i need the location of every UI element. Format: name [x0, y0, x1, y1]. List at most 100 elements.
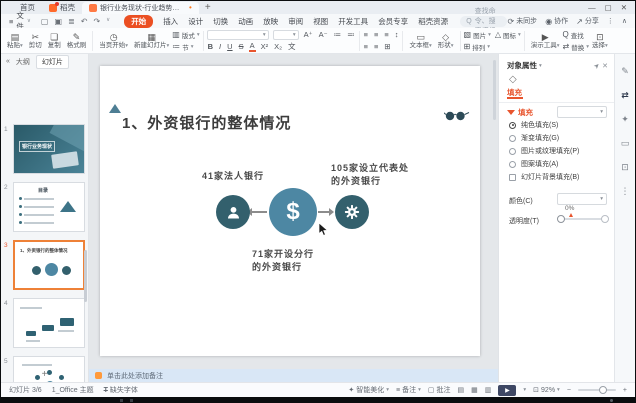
more-sidebar-icon[interactable]: ⋮ [621, 186, 630, 197]
sorter-view-icon[interactable]: ▦ [471, 386, 478, 394]
line-spacing-icon[interactable]: ↕ [394, 30, 400, 39]
thumbnail-slide-4[interactable] [13, 298, 85, 348]
tab-slideshow[interactable]: 放映 [263, 16, 278, 27]
canvas-scrollbar[interactable] [493, 60, 496, 120]
justify-icon[interactable]: ≡ [363, 42, 369, 51]
copy-button[interactable]: ❏ 复制 [45, 29, 64, 53]
layout-sidebar-icon[interactable]: ▭ [621, 138, 630, 149]
tab-home[interactable]: 开始 [124, 15, 153, 28]
align-left-icon[interactable]: ≡ [363, 30, 369, 39]
comments-button[interactable]: ▢批注 [428, 385, 451, 395]
tab-templates[interactable]: 稻壳资源 [418, 16, 448, 27]
font-family-combo[interactable]: ▾ [207, 30, 269, 40]
reading-view-icon[interactable]: ▥ [485, 386, 492, 394]
tab-outline[interactable]: 大纲 [16, 57, 30, 67]
shapes-button[interactable]: ◇ 形状▾ [435, 29, 457, 53]
new-slide-button[interactable]: ▦ 新建幻灯片▾ [131, 29, 172, 53]
cut-button[interactable]: ✂ 剪切 [26, 29, 45, 53]
underline-button[interactable]: U [226, 42, 233, 51]
add-slide-button[interactable]: + [1, 369, 88, 380]
chevron-down-icon[interactable]: ▾ [539, 63, 542, 69]
align-center-icon[interactable]: ≡ [373, 30, 379, 39]
fill-preset-combo[interactable]: ▾ [557, 106, 607, 118]
thumbnail-slide-2[interactable]: 目录 [13, 182, 85, 232]
layout-button[interactable]: ▥版式▾ [172, 30, 199, 40]
share-button[interactable]: ↗分享 [576, 16, 599, 26]
close-button[interactable]: ✕ [621, 3, 627, 12]
selection-sidebar-icon[interactable]: ⊡ [621, 162, 629, 173]
color-picker-combo[interactable]: ▾ [557, 193, 607, 205]
label-41-corporate-banks[interactable]: 41家法人银行 [183, 170, 283, 183]
bold-button[interactable]: B [207, 42, 214, 51]
zoom-slider-handle[interactable] [599, 386, 607, 394]
thumbnail-slide-3-selected[interactable]: 1、外资银行的整体情况 [13, 240, 85, 290]
zoom-level[interactable]: ⊡92%▾ [533, 386, 560, 394]
print-icon[interactable]: ≣ [68, 17, 75, 26]
collaborate-button[interactable]: ◉协作 [545, 16, 568, 26]
tab-insert[interactable]: 插入 [163, 16, 178, 27]
decrease-font-button[interactable]: A⁻ [318, 30, 329, 39]
slideshow-play-button[interactable]: ▶ [498, 385, 516, 396]
new-tab-button[interactable]: + [205, 2, 211, 13]
format-painter-button[interactable]: ✎ 格式刷 [64, 29, 90, 53]
effects-sidebar-icon[interactable]: ✦ [621, 114, 629, 125]
tab-review[interactable]: 审阅 [288, 16, 303, 27]
find-button[interactable]: Q查找 [563, 30, 584, 40]
increase-font-button[interactable]: A⁺ [303, 30, 314, 39]
slide-canvas[interactable]: 1、外资银行的整体情况 41家法人银行 105家设立代表处 的外资银行 71家开… [100, 66, 480, 356]
document-tab[interactable]: 银行业务现状-行业趋势与准入资料 • [82, 2, 199, 14]
fill-option-background[interactable]: 幻灯片背景填充(B) [509, 172, 579, 182]
bullet-list-icon[interactable]: ≔ [333, 30, 343, 39]
person-node[interactable] [216, 195, 250, 229]
collapse-ribbon-icon[interactable]: ∧ [622, 17, 627, 25]
fill-option-pattern[interactable]: 图案填充(A) [509, 159, 558, 169]
label-105-rep-offices[interactable]: 105家设立代表处 的外资银行 [331, 162, 409, 188]
replace-button[interactable]: ⇄替换▾ [563, 42, 589, 52]
close-panel-icon[interactable]: ✕ [602, 62, 608, 70]
thumbnail-scrollbar[interactable] [84, 250, 87, 302]
dollar-node[interactable]: $ [269, 188, 317, 236]
more-icon[interactable]: ⋮ [607, 17, 614, 25]
fill-option-picture[interactable]: 图片或纹理填充(P) [509, 146, 579, 156]
tab-devtools[interactable]: 开发工具 [338, 16, 368, 27]
arrange-button[interactable]: ⊞排列▾ [464, 42, 490, 52]
undo-icon[interactable]: ↶ [81, 17, 88, 26]
zoom-out-button[interactable]: − [567, 387, 571, 394]
columns-icon[interactable]: ⊞ [383, 42, 391, 51]
present-tools-button[interactable]: ▶ 演示工具▾ [528, 29, 563, 53]
style-sidebar-icon[interactable]: ✎ [621, 66, 629, 77]
picture-button[interactable]: ▧图片▾ [464, 30, 491, 40]
sync-status[interactable]: ⟳未同步 [507, 16, 537, 26]
thumbnail-slide-1[interactable]: 银行业务现状 [13, 124, 85, 174]
superscript-button[interactable]: X² [260, 42, 270, 51]
font-color-button[interactable]: A [249, 41, 256, 52]
fill-option-gradient[interactable]: 渐变填充(G) [509, 133, 559, 143]
slide-title[interactable]: 1、外资银行的整体情况 [122, 112, 291, 133]
tab-design[interactable]: 设计 [188, 16, 203, 27]
zoom-slider[interactable] [578, 389, 616, 391]
tab-animation[interactable]: 动画 [238, 16, 253, 27]
play-from-current-button[interactable]: ◷ 当页开始▾ [96, 29, 131, 53]
tab-slides[interactable]: 幻灯片 [36, 55, 69, 69]
tab-view[interactable]: 视图 [313, 16, 328, 27]
notes-bar[interactable]: 单击此处添加备注 [89, 369, 498, 382]
icon-library-button[interactable]: △图标▾ [495, 30, 521, 40]
fill-option-solid[interactable]: 纯色填充(S) [509, 120, 558, 130]
new-doc-icon[interactable]: ▢ [41, 17, 49, 26]
textbox-button[interactable]: ▭ 文本框▾ [406, 29, 434, 53]
slider-handle[interactable] [557, 215, 565, 223]
theme-name[interactable]: 1_Office 主题 [52, 385, 94, 395]
chevron-down-icon[interactable]: ▾ [523, 387, 526, 393]
maximize-button[interactable]: ▢ [605, 3, 612, 12]
align-right-icon[interactable]: ≡ [383, 30, 389, 39]
notes-button[interactable]: ≡备注▾ [396, 385, 421, 395]
missing-font-warning[interactable]: T缺失字体 [104, 385, 138, 395]
font-size-combo[interactable]: ▾ [273, 30, 299, 40]
paste-button[interactable]: ▤ 粘贴▾ [4, 29, 26, 53]
save-icon[interactable]: ▣ [54, 17, 62, 26]
phonetic-guide-button[interactable]: 文 [287, 41, 297, 52]
smart-beautify-button[interactable]: ✦智能美化▾ [348, 385, 389, 395]
label-71-branches[interactable]: 71家开设分行 的外资银行 [252, 248, 314, 274]
fill-section-header[interactable]: 填充 [507, 107, 533, 118]
gear-node[interactable] [335, 195, 369, 229]
